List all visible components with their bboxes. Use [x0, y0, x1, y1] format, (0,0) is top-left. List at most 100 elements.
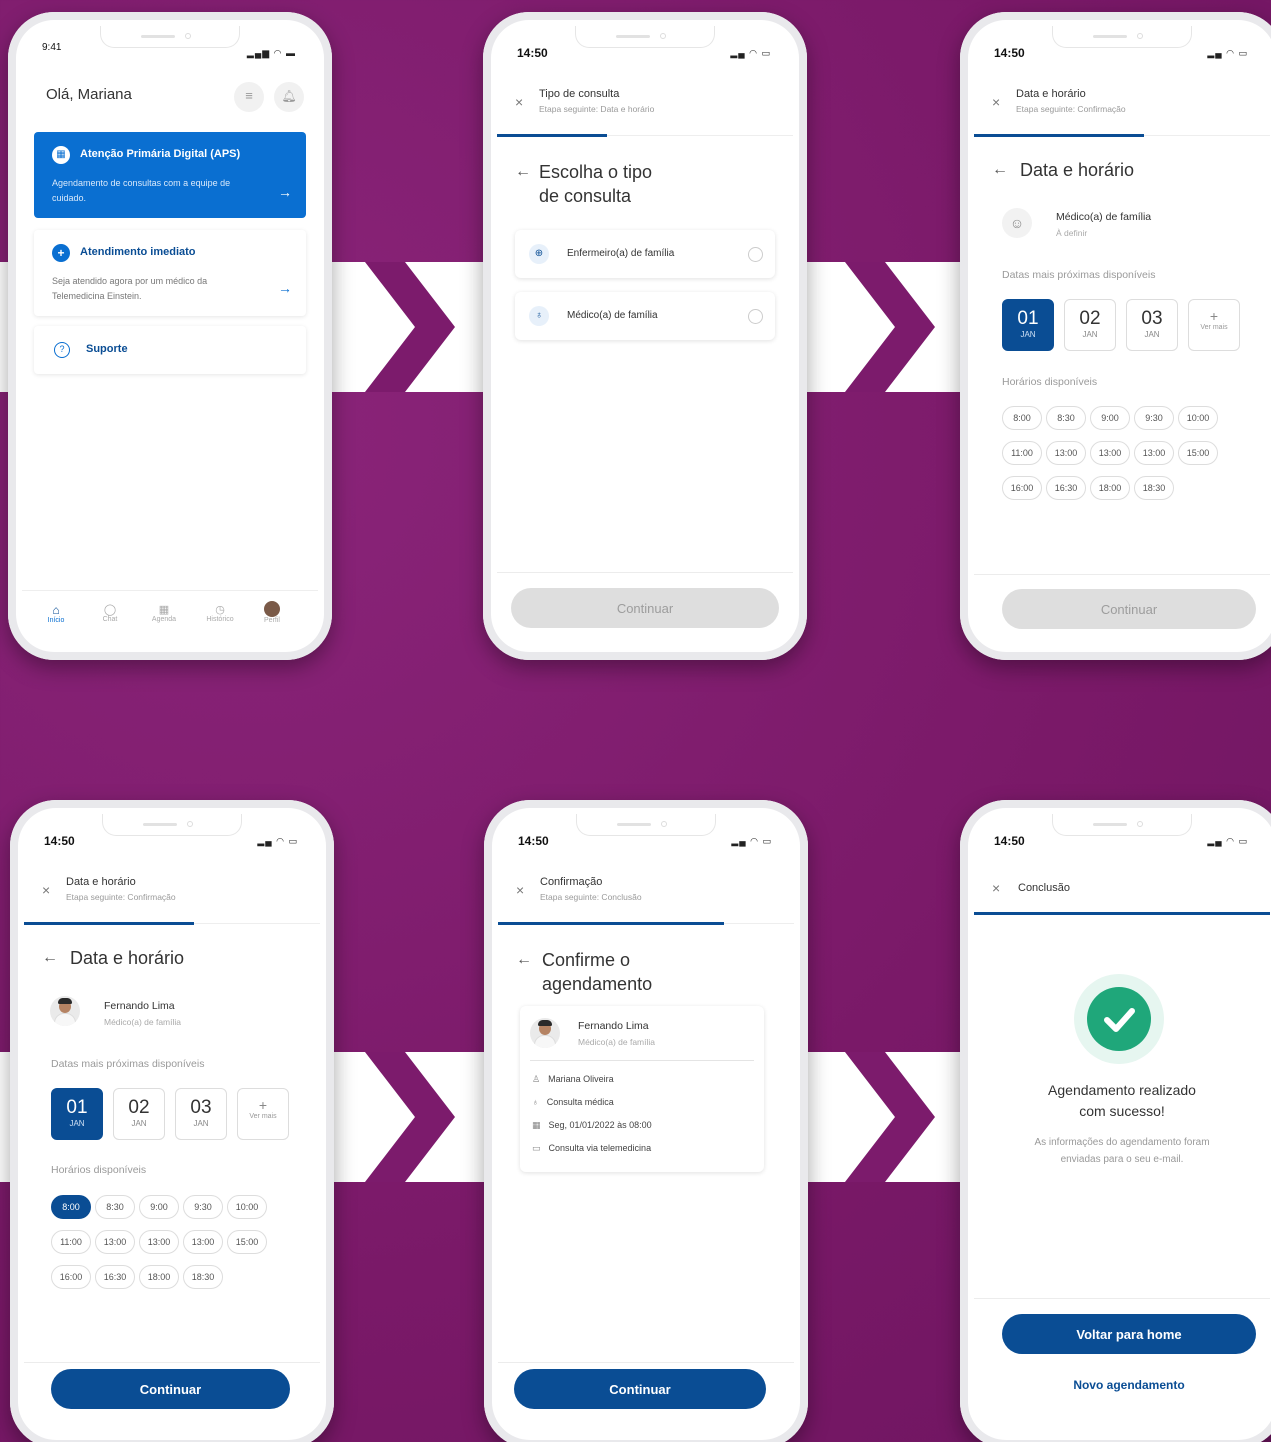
new-appointment-link[interactable]: Novo agendamento: [1002, 1378, 1256, 1392]
time-slots: 8:00 8:30 9:00 9:30 10:0011:00 13:00 13:00 13:0…: [51, 1195, 301, 1300]
title-line: Escolha o tipo: [539, 162, 653, 182]
notification-button[interactable]: 🔔︎: [274, 82, 304, 112]
step-progress: [24, 922, 194, 925]
time-slot[interactable]: 13:00: [95, 1230, 135, 1254]
back-arrow-icon[interactable]: ←: [516, 948, 532, 972]
calendar-icon: ▦: [52, 146, 70, 164]
greeting: Olá, Mariana: [46, 86, 132, 103]
time-slot[interactable]: 18:00: [139, 1265, 179, 1289]
continue-button[interactable]: Continuar: [51, 1369, 290, 1409]
close-icon[interactable]: ×: [516, 882, 524, 898]
time-slot[interactable]: 10:00: [227, 1195, 267, 1219]
time-slot[interactable]: 18:30: [1134, 476, 1174, 500]
professional-name: Médico(a) de família: [1056, 211, 1152, 223]
time-slot[interactable]: 8:30: [95, 1195, 135, 1219]
time-slot[interactable]: 13:00: [1134, 441, 1174, 465]
arrow-right-icon: →: [278, 280, 292, 296]
back-home-button[interactable]: Voltar para home: [1002, 1314, 1256, 1354]
date-option[interactable]: 02 JAN: [113, 1088, 165, 1140]
date-option[interactable]: 03 JAN: [1126, 299, 1178, 351]
back-arrow-icon[interactable]: ←: [42, 946, 58, 970]
radio-button[interactable]: [748, 309, 763, 324]
continue-button[interactable]: Continuar: [1002, 589, 1256, 629]
date-option[interactable]: 01 JAN: [51, 1088, 103, 1140]
success-ring: [1074, 974, 1164, 1064]
close-icon[interactable]: ×: [42, 882, 50, 898]
imediato-card[interactable]: + Atendimento imediato Seja atendido ago…: [34, 230, 306, 316]
menu-button[interactable]: ≡: [234, 82, 264, 112]
success-line: com sucesso!: [1079, 1103, 1165, 1119]
divider: [974, 1298, 1270, 1299]
step-progress: [974, 134, 1144, 137]
time-slot[interactable]: 11:00: [1002, 441, 1042, 465]
date-option[interactable]: 02 JAN: [1064, 299, 1116, 351]
more-dates-button[interactable]: + Ver mais: [1188, 299, 1240, 351]
continue-button[interactable]: Continuar: [511, 588, 779, 628]
time-slot[interactable]: 15:00: [227, 1230, 267, 1254]
info-line: enviadas para o seu e-mail.: [1060, 1154, 1184, 1165]
nav-chat[interactable]: ◯ Chat: [90, 603, 130, 623]
step-header: × Tipo de consulta Etapa seguinte: Data …: [497, 76, 793, 137]
stethoscope-icon: ♁: [532, 1097, 539, 1107]
time-slot[interactable]: 10:00: [1178, 406, 1218, 430]
date-day: 03: [1141, 308, 1163, 329]
more-dates-button[interactable]: + Ver mais: [237, 1088, 289, 1140]
radio-button[interactable]: [748, 247, 763, 262]
success-title: Agendamento realizado com sucesso!: [974, 1080, 1270, 1122]
nav-agenda[interactable]: ▦ Agenda: [144, 603, 184, 623]
arrow-right-icon: →: [278, 184, 292, 200]
time-slot[interactable]: 8:00: [51, 1195, 91, 1219]
time-slot[interactable]: 16:00: [1002, 476, 1042, 500]
times-label: Horários disponíveis: [51, 1164, 147, 1176]
close-icon[interactable]: ×: [515, 94, 523, 110]
nav-label: Chat: [102, 616, 118, 623]
calendar-icon: ▦: [532, 1120, 541, 1130]
date-option[interactable]: 01 JAN: [1002, 299, 1054, 351]
nav-label: Início: [47, 617, 65, 624]
time-slot[interactable]: 9:30: [1134, 406, 1174, 430]
confirmacao-screen: 14:50 ▂▄ ◠ ▭ × Confirmação Etapa seguint…: [498, 814, 794, 1434]
time-slot[interactable]: 16:30: [1046, 476, 1086, 500]
continue-button[interactable]: Continuar: [514, 1369, 766, 1409]
status-time: 14:50: [994, 834, 1025, 848]
time-slot[interactable]: 16:30: [95, 1265, 135, 1289]
time-slot[interactable]: 9:30: [183, 1195, 223, 1219]
option-medico[interactable]: ♁ Médico(a) de família: [515, 292, 775, 340]
time-slot[interactable]: 11:00: [51, 1230, 91, 1254]
nav-inicio[interactable]: ⌂ Início: [36, 603, 76, 624]
plus-icon: +: [1209, 308, 1219, 324]
title-line: de consulta: [539, 186, 632, 206]
nav-perfil[interactable]: Perfil: [252, 601, 292, 624]
time-slot[interactable]: 15:00: [1178, 441, 1218, 465]
option-enfermeiro[interactable]: ⊕ Enfermeiro(a) de família: [515, 230, 775, 278]
time-slot[interactable]: 18:00: [1090, 476, 1130, 500]
time-slot[interactable]: 13:00: [183, 1230, 223, 1254]
time-slot[interactable]: 13:00: [1046, 441, 1086, 465]
professional-subtitle: Médico(a) de família: [578, 1037, 656, 1047]
aps-card[interactable]: ▦ Atenção Primária Digital (APS) Agendam…: [34, 132, 306, 218]
nav-historico[interactable]: ◷ Histórico: [198, 603, 242, 623]
close-icon[interactable]: ×: [992, 880, 1000, 896]
chevron-right-icon: [845, 1052, 935, 1182]
status-icons: ▂▄ ◠ ▭: [257, 836, 298, 846]
time-slot[interactable]: 16:00: [51, 1265, 91, 1289]
bell-icon: 🔔︎: [281, 89, 297, 103]
time-slot[interactable]: 9:00: [139, 1195, 179, 1219]
status-time: 14:50: [517, 46, 548, 60]
page-title: ← Escolha o tipo de consulta: [515, 160, 652, 208]
status-icons: ▂▄ ◠ ▭: [1207, 836, 1248, 846]
close-icon[interactable]: ×: [992, 94, 1000, 110]
time-slot[interactable]: 8:00: [1002, 406, 1042, 430]
time-slot[interactable]: 13:00: [1090, 441, 1130, 465]
suporte-card[interactable]: ? Suporte: [34, 326, 306, 374]
time-slot[interactable]: 13:00: [139, 1230, 179, 1254]
divider: [24, 1362, 320, 1363]
time-slot[interactable]: 8:30: [1046, 406, 1086, 430]
back-arrow-icon[interactable]: ←: [992, 158, 1008, 182]
back-arrow-icon[interactable]: ←: [515, 160, 531, 184]
time-slot[interactable]: 18:30: [183, 1265, 223, 1289]
check-icon: [1087, 987, 1151, 1051]
date-option[interactable]: 03 JAN: [175, 1088, 227, 1140]
time-slot[interactable]: 9:00: [1090, 406, 1130, 430]
avatar: ☺︎: [1002, 208, 1032, 238]
